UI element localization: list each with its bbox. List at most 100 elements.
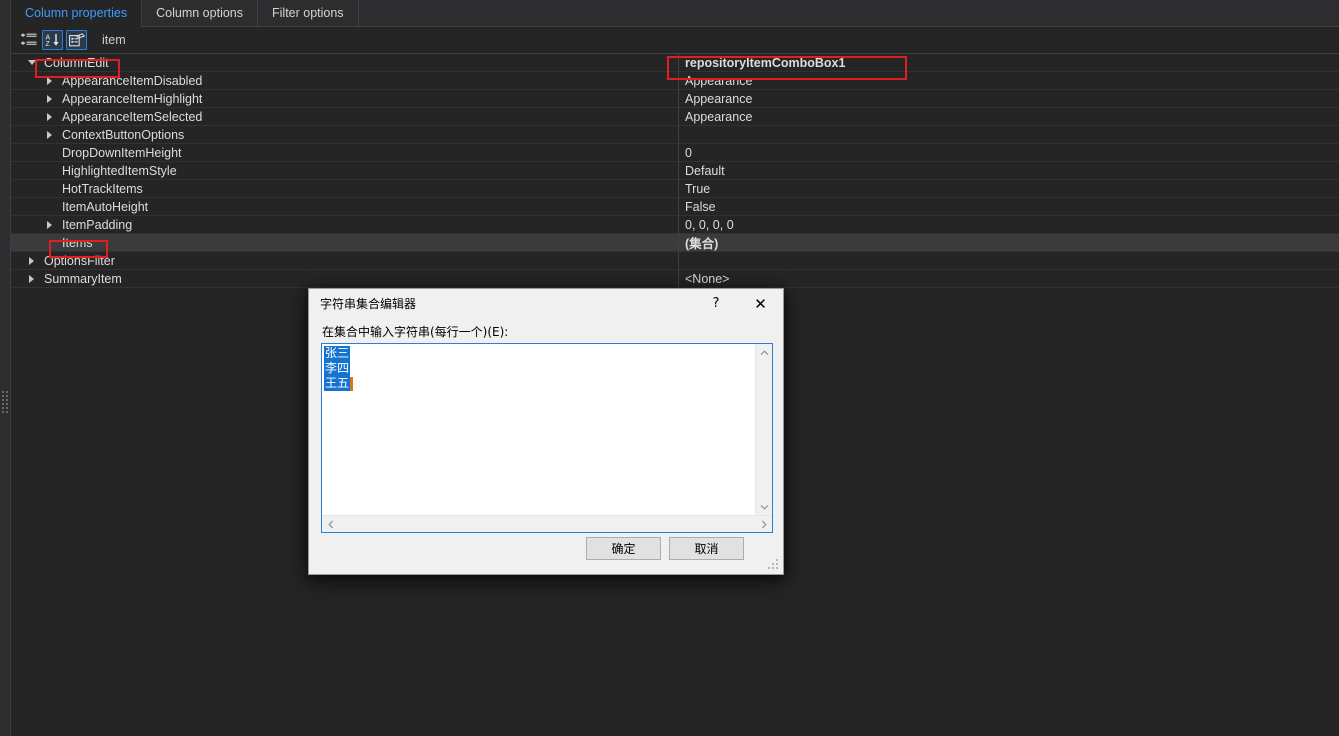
property-row[interactable]: ItemPadding 0, 0, 0, 0 [11,215,1339,234]
splitter-grip-icon [2,391,8,413]
property-row[interactable]: SummaryItem <None> [11,269,1339,288]
property-row[interactable]: HighlightedItemStyle Default [11,161,1339,180]
property-name-label: SummaryItem [44,271,122,286]
expander-expand-icon[interactable] [25,252,38,270]
tab-column-properties[interactable]: Column properties [10,0,143,27]
dialog-resize-grip[interactable] [768,559,780,571]
close-icon: ✕ [754,294,767,313]
chevron-right-icon [47,130,52,139]
scroll-left-icon[interactable] [322,516,339,533]
property-value-cell[interactable] [679,126,1339,144]
editor-line-text: 李四 [324,361,351,376]
property-row[interactable]: OptionsFilter [11,251,1339,270]
expander-expand-icon[interactable] [43,72,56,90]
property-pages-button[interactable] [66,30,87,50]
property-name-cell[interactable]: Items [11,233,679,252]
property-name-label: ContextButtonOptions [62,127,185,142]
property-name-cell[interactable]: AppearanceItemHighlight [11,89,679,108]
dialog-action-bar: 确定 取消 [309,537,785,560]
text-caret [350,377,354,391]
property-name-label: OptionsFilter [44,253,115,268]
expander-placeholder [43,180,56,198]
chevron-right-icon [47,220,52,229]
property-row[interactable]: HotTrackItems True [11,179,1339,198]
property-name-cell[interactable]: ItemAutoHeight [11,197,679,216]
property-name-cell[interactable]: AppearanceItemDisabled [11,71,679,90]
chevron-right-icon [47,76,52,85]
editor-textarea[interactable]: 张三 李四 王五 [322,344,755,515]
tab-column-options[interactable]: Column options [141,0,258,26]
property-value-cell[interactable]: Appearance [679,72,1339,90]
property-value-cell[interactable]: True [679,180,1339,198]
close-button[interactable]: ✕ [738,290,783,318]
property-name-cell[interactable]: SummaryItem [11,269,679,288]
property-name-cell[interactable]: DropDownItemHeight [11,143,679,162]
panel-splitter[interactable] [0,0,11,736]
property-row[interactable]: ItemAutoHeight False [11,197,1339,216]
property-name-cell[interactable]: HotTrackItems [11,179,679,198]
expander-expand-icon[interactable] [43,216,56,234]
property-value-cell[interactable]: Appearance [679,90,1339,108]
scroll-right-icon[interactable] [755,516,772,533]
property-value-cell[interactable]: 0 [679,144,1339,162]
scroll-down-icon[interactable] [756,498,773,515]
categorized-icon [20,33,36,45]
categorized-button[interactable] [18,30,39,50]
help-button[interactable]: ? [694,290,738,318]
property-value-label: Appearance [685,91,753,106]
help-icon: ? [712,296,720,311]
property-name-cell[interactable]: ColumnEdit [11,54,679,72]
property-value-cell[interactable] [679,252,1339,270]
property-row[interactable]: AppearanceItemSelected Appearance [11,107,1339,126]
property-value-label: False [685,199,716,214]
expander-expand-icon[interactable] [43,108,56,126]
property-name-cell[interactable]: ContextButtonOptions [11,125,679,144]
property-value-cell[interactable]: repositoryItemComboBox1 [679,54,1339,72]
property-row[interactable]: AppearanceItemHighlight Appearance [11,89,1339,108]
property-value-label: <None> [685,271,730,286]
property-name-label: HighlightedItemStyle [62,163,177,178]
cancel-button[interactable]: 取消 [669,537,744,560]
editor-horizontal-scrollbar[interactable] [322,515,772,532]
property-value-cell[interactable]: 0, 0, 0, 0 [679,216,1339,234]
property-name-label: ColumnEdit [44,55,109,70]
property-name-label: DropDownItemHeight [62,145,182,160]
alphabetical-sort-button[interactable]: A Z [42,30,63,50]
chevron-right-icon [47,94,52,103]
property-value-label: 0, 0, 0, 0 [685,217,734,232]
expander-expand-icon[interactable] [43,90,56,108]
tab-filter-options[interactable]: Filter options [257,0,359,26]
expander-expand-icon[interactable] [43,126,56,144]
property-row[interactable]: ContextButtonOptions [11,125,1339,144]
tab-strip-filler [358,0,1339,26]
dialog-prompt-label: 在集合中输入字符串(每行一个)(E): [322,325,509,339]
property-value-cell[interactable]: Appearance [679,108,1339,126]
property-value-cell[interactable]: <None> [679,270,1339,288]
property-grid-window: Column properties Column options Filter op… [0,0,1339,736]
svg-text:Z: Z [45,41,50,47]
property-row[interactable]: AppearanceItemDisabled Appearance [11,71,1339,90]
editor-vertical-scrollbar[interactable] [755,344,772,515]
property-value-label: True [685,181,711,196]
property-value-cell[interactable]: Default [679,162,1339,180]
editor-line-text: 张三 [324,346,351,361]
property-name-cell[interactable]: AppearanceItemSelected [11,107,679,126]
property-value-cell[interactable]: (集合) [679,234,1339,252]
property-row[interactable]: ColumnEdit repositoryItemComboBox1 [11,54,1339,72]
property-name-cell[interactable]: OptionsFilter [11,251,679,270]
string-collection-editor-field[interactable]: 张三 李四 王五 [321,343,773,533]
expander-expand-icon[interactable] [25,270,38,288]
dialog-title: 字符串集合编辑器 [320,297,417,311]
property-value-label: 0 [685,145,692,160]
ok-button[interactable]: 确定 [586,537,661,560]
property-name-cell[interactable]: HighlightedItemStyle [11,161,679,180]
property-row[interactable]: DropDownItemHeight 0 [11,143,1339,162]
property-row[interactable]: Items (集合) [11,233,1339,252]
scroll-up-icon[interactable] [756,344,773,361]
property-value-cell[interactable]: False [679,198,1339,216]
alphabetical-sort-icon: A Z [45,34,59,47]
property-name-cell[interactable]: ItemPadding [11,215,679,234]
expander-placeholder [43,198,56,216]
expander-collapse-icon[interactable] [25,54,38,72]
editor-body: 张三 李四 王五 [322,344,772,515]
